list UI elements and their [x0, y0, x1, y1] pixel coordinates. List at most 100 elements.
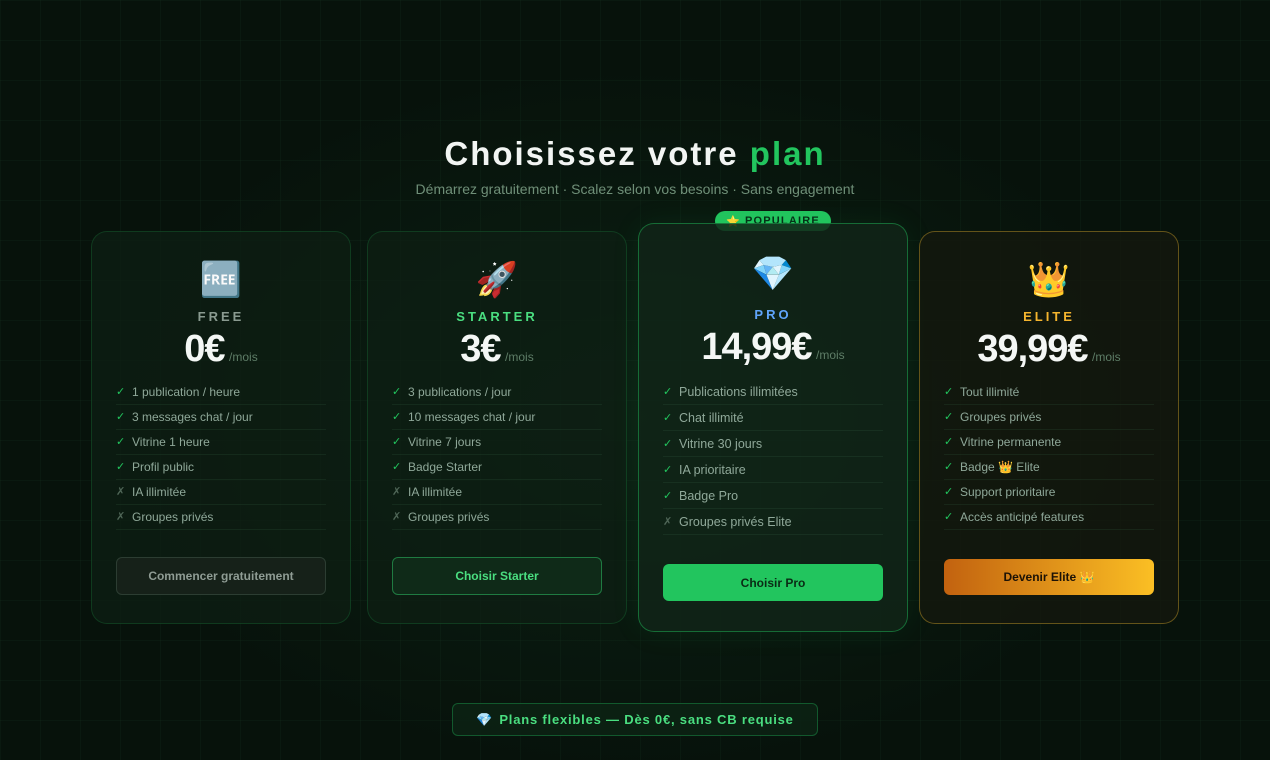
- check-icon: ✓: [944, 486, 954, 498]
- feature-item: ✗ Groupes privés: [116, 505, 326, 530]
- feature-item: ✓ 3 publications / jour: [392, 380, 602, 405]
- feature-text: Groupes privés: [132, 510, 214, 524]
- feature-item: ✗ IA illimitée: [116, 480, 326, 505]
- banner-text: Plans flexibles — Dès 0€, sans CB requis…: [499, 712, 794, 727]
- flexible-plans-banner: 💎 Plans flexibles — Dès 0€, sans CB requi…: [452, 703, 818, 736]
- feature-item: ✓ 1 publication / heure: [116, 380, 326, 405]
- check-icon: ✓: [663, 411, 673, 424]
- feature-text: Publications illimitées: [679, 384, 798, 399]
- feature-item: ✗ Groupes privés: [392, 505, 602, 530]
- price-row: 0€ /mois: [92, 328, 350, 371]
- plan-name: FREE: [197, 309, 245, 324]
- title-main: Choisissez votre: [444, 135, 739, 172]
- plan-card-free: 🆓 FREE 0€ /mois ✓ 1 publication / heure ✓…: [91, 231, 351, 624]
- feature-item: ✓ Badge Pro: [663, 483, 883, 509]
- feature-text: Chat illimité: [679, 410, 744, 425]
- feature-item: ✗ Groupes privés Elite: [663, 509, 883, 535]
- feature-text: Groupes privés Elite: [679, 514, 792, 529]
- check-icon: ✓: [663, 385, 673, 398]
- feature-item: ✓ Tout illimité: [944, 380, 1154, 405]
- check-icon: ✓: [116, 386, 126, 398]
- plan-price: 39,99€: [977, 328, 1088, 370]
- plan-card-starter: 🚀 STARTER 3€ /mois ✓ 3 publications / jou…: [367, 231, 627, 624]
- choose-pro-button[interactable]: Choisir Pro: [663, 564, 883, 601]
- price-row: 39,99€ /mois: [920, 328, 1178, 371]
- check-icon: ✓: [392, 386, 402, 398]
- feature-text: Badge 👑 Elite: [960, 460, 1040, 474]
- feature-item: ✓ 3 messages chat / jour: [116, 405, 326, 430]
- price-row: 14,99€ /mois: [639, 326, 907, 369]
- feature-item: ✗ IA illimitée: [392, 480, 602, 505]
- feature-text: Vitrine 30 jours: [679, 436, 763, 451]
- feature-text: 1 publication / heure: [132, 385, 241, 399]
- plan-name: ELITE: [1023, 309, 1075, 324]
- cross-icon: ✗: [663, 515, 673, 528]
- plan-name: PRO: [754, 307, 792, 322]
- feature-text: 3 messages chat / jour: [132, 410, 253, 424]
- price-row: 3€ /mois: [368, 328, 626, 371]
- feature-item: ✓ Badge Starter: [392, 455, 602, 480]
- check-icon: ✓: [116, 461, 126, 473]
- feature-item: ✓ Chat illimité: [663, 405, 883, 431]
- check-icon: ✓: [663, 437, 673, 450]
- feature-text: Vitrine permanente: [960, 435, 1062, 449]
- feature-text: Vitrine 1 heure: [132, 435, 210, 449]
- diamond-icon: 💎: [751, 255, 795, 293]
- cross-icon: ✗: [392, 511, 402, 523]
- check-icon: ✓: [944, 386, 954, 398]
- feature-item: ✓ Profil public: [116, 455, 326, 480]
- feature-item: ✓ IA prioritaire: [663, 457, 883, 483]
- crown-icon: 👑: [1027, 261, 1071, 299]
- cross-icon: ✗: [116, 486, 126, 498]
- check-icon: ✓: [944, 461, 954, 473]
- feature-item: ✓ Vitrine 30 jours: [663, 431, 883, 457]
- title-accent: plan: [749, 135, 826, 172]
- feature-item: ✓ Accès anticipé features: [944, 505, 1154, 530]
- check-icon: ✓: [663, 463, 673, 476]
- plan-card-elite: 👑 ELITE 39,99€ /mois ✓ Tout illimité ✓ Gro…: [919, 231, 1179, 624]
- plan-price: 0€: [184, 328, 225, 370]
- check-icon: ✓: [116, 411, 126, 423]
- feature-text: Support prioritaire: [960, 485, 1056, 499]
- feature-text: Badge Starter: [408, 460, 483, 474]
- feature-item: ✓ Vitrine 7 jours: [392, 430, 602, 455]
- plan-price: 14,99€: [701, 326, 812, 368]
- feature-text: 10 messages chat / jour: [408, 410, 536, 424]
- price-period: /mois: [505, 350, 534, 364]
- feature-text: Vitrine 7 jours: [408, 435, 482, 449]
- feature-list: ✓ 3 publications / jour ✓ 10 messages chat…: [368, 380, 626, 530]
- feature-item: ✓ Badge 👑 Elite: [944, 455, 1154, 480]
- check-icon: ✓: [392, 461, 402, 473]
- plan-card-pro: 💎 PRO 14,99€ /mois ✓ Publications illimit…: [638, 223, 908, 632]
- page-subtitle: Démarrez gratuitement · Scalez selon vos…: [415, 181, 855, 197]
- check-icon: ✓: [944, 411, 954, 423]
- cross-icon: ✗: [116, 511, 126, 523]
- feature-item: ✓ Support prioritaire: [944, 480, 1154, 505]
- feature-list: ✓ Tout illimité ✓ Groupes privés ✓ Vitrine …: [920, 380, 1178, 530]
- check-icon: ✓: [392, 411, 402, 423]
- plan-price: 3€: [460, 328, 501, 370]
- feature-text: IA illimitée: [132, 485, 187, 499]
- rocket-icon: 🚀: [475, 261, 519, 299]
- free-icon: 🆓: [199, 261, 243, 299]
- feature-text: Accès anticipé features: [960, 510, 1085, 524]
- choose-starter-button[interactable]: Choisir Starter: [392, 557, 602, 595]
- price-period: /mois: [1092, 350, 1121, 364]
- become-elite-button[interactable]: Devenir Elite 👑: [944, 559, 1154, 595]
- start-free-button[interactable]: Commencer gratuitement: [116, 557, 326, 595]
- price-period: /mois: [816, 348, 845, 362]
- feature-item: ✓ Publications illimitées: [663, 379, 883, 405]
- feature-text: Badge Pro: [679, 488, 739, 503]
- check-icon: ✓: [944, 436, 954, 448]
- check-icon: ✓: [944, 511, 954, 523]
- feature-list: ✓ Publications illimitées ✓ Chat illimité …: [639, 379, 907, 535]
- page-title: Choisissez votre plan: [0, 134, 1270, 174]
- feature-item: ✓ Vitrine 1 heure: [116, 430, 326, 455]
- feature-text: Profil public: [132, 460, 195, 474]
- plan-name: STARTER: [456, 309, 538, 324]
- page-header: Choisissez votre plan Démarrez gratuitem…: [0, 134, 1270, 197]
- diamond-icon: 💎: [476, 711, 494, 727]
- feature-item: ✓ Groupes privés: [944, 405, 1154, 430]
- check-icon: ✓: [392, 436, 402, 448]
- feature-text: IA prioritaire: [679, 462, 746, 477]
